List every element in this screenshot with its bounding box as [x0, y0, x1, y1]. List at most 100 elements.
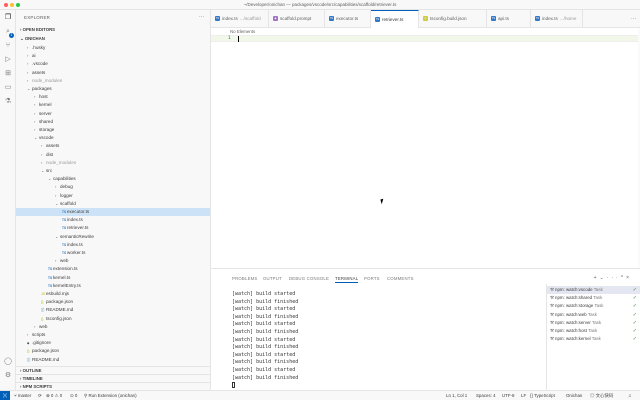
tree-item-label: server — [39, 110, 52, 116]
account-icon[interactable]: ◯ — [4, 358, 12, 366]
close-window-button[interactable] — [4, 3, 8, 7]
editor-tab[interactable]: TS executor.ts — [325, 10, 371, 28]
sync-icon[interactable]: ⟳ — [38, 393, 42, 399]
cursor-position[interactable]: Ln 1, Col 1 — [446, 393, 467, 398]
chevron-right-icon: › — [20, 376, 22, 381]
editor-tab[interactable]: {} tsconfig.build.json — [419, 10, 487, 28]
breadcrumb[interactable]: No Elements — [230, 29, 255, 34]
folder-item[interactable]: › shared — [16, 118, 210, 126]
folder-item[interactable]: › node_modules — [16, 159, 210, 167]
indentation-status[interactable]: Spaces: 4 — [476, 393, 496, 398]
tab-overflow-icon[interactable]: ··· — [631, 16, 636, 22]
folder-item[interactable]: › server — [16, 110, 210, 118]
file-item[interactable]: TSkernelEntry.ts — [16, 282, 210, 290]
folder-item[interactable]: ⌄ scaffold — [16, 200, 210, 208]
panel-tab[interactable]: DEBUG CONSOLE — [289, 276, 329, 281]
terminal-task-item[interactable]: ⚒npm: watch:kernel Task ✓ — [547, 335, 640, 343]
editor-tab[interactable]: TS index.ts .../scaffold — [211, 10, 269, 28]
folder-item[interactable]: › assets — [16, 69, 210, 77]
terminal-task-item[interactable]: ⚒npm: watch:shared Task ✓ — [547, 294, 640, 302]
timeline-section[interactable]: › TIMELINE — [16, 374, 210, 382]
files-icon[interactable]: ❐ — [4, 14, 12, 22]
terminal-task-item[interactable]: ⚒npm: watch:server Task ✓ — [547, 319, 640, 327]
settings-gear-icon[interactable]: ⚙ — [4, 372, 12, 380]
file-item[interactable]: TSretriever.ts — [16, 224, 210, 232]
outline-section[interactable]: › OUTLINE — [16, 366, 210, 374]
folder-item[interactable]: › dist — [16, 151, 210, 159]
terminal-task-item[interactable]: ⚒npm: watch:vscode Task ✓ — [547, 286, 640, 295]
file-item[interactable]: TSworker.ts — [16, 249, 210, 257]
file-item[interactable]: TSindex.ts — [16, 216, 210, 224]
file-item[interactable]: {} tsconfig.json — [16, 315, 210, 323]
panel-tab[interactable]: COMMENTS — [387, 276, 414, 281]
editor-tab[interactable]: TS index.ts .../home — [531, 10, 583, 28]
panel-tab[interactable]: OUTPUT — [263, 276, 282, 281]
folder-item[interactable]: ⌄ semanticRewrite — [16, 233, 210, 241]
folder-item[interactable]: › host — [16, 93, 210, 101]
remote-explorer-icon[interactable]: ▭ — [4, 84, 12, 92]
problems-status[interactable]: ⊗ 0 ⚠ 0 — [46, 393, 62, 399]
workspace-root-section[interactable]: ⌄ ONICHAN — [16, 35, 210, 43]
ports-status[interactable]: ⊙ 0 — [70, 393, 77, 399]
terminal-task-item[interactable]: ⚒npm: watch:storage Task ✓ — [547, 302, 640, 310]
folder-item[interactable]: ⌄ packages — [16, 85, 210, 93]
folder-item[interactable]: ⌄ src — [16, 167, 210, 175]
file-item[interactable]: ⓘ README.md — [16, 306, 210, 314]
source-control-icon[interactable]: ⑂ — [4, 42, 12, 50]
more-actions-icon[interactable]: ··· — [607, 275, 621, 281]
panel-tab[interactable]: PROBLEMS — [232, 276, 257, 281]
close-panel-icon[interactable]: × — [626, 275, 632, 281]
folder-item[interactable]: › web — [16, 257, 210, 265]
run-debug-icon[interactable]: ▷ — [4, 56, 12, 64]
folder-item[interactable]: › web — [16, 323, 210, 331]
folder-item[interactable]: › assets — [16, 142, 210, 150]
folder-item[interactable]: › .husky — [16, 44, 210, 52]
open-editors-section[interactable]: › OPEN EDITORS — [16, 26, 210, 34]
folder-item[interactable]: › node_modules — [16, 77, 210, 85]
encoding-status[interactable]: UTF-8 — [502, 393, 514, 398]
terminal-task-item[interactable]: ⚒npm: watch:host Task ✓ — [547, 327, 640, 335]
editor-tab[interactable]: TS api.ts — [487, 10, 531, 28]
editor-tab[interactable]: TS retriever.ts — [371, 10, 419, 28]
file-item[interactable]: {} package.json — [16, 298, 210, 306]
folder-item[interactable]: › logger — [16, 192, 210, 200]
minimize-window-button[interactable] — [10, 3, 14, 7]
folder-item[interactable]: › debug — [16, 183, 210, 191]
ai-status[interactable]: ◎ 文心快码 — [590, 393, 613, 399]
eol-status[interactable]: LF — [521, 393, 526, 398]
extensions-icon[interactable]: ⊞ — [4, 70, 12, 78]
folder-item[interactable]: ⌄ vscode — [16, 134, 210, 142]
more-actions-icon[interactable]: ··· — [199, 14, 204, 20]
terminal-task-item[interactable]: ⚒npm: watch:web Task ✓ — [547, 311, 640, 319]
testing-icon[interactable]: ⚗ — [4, 98, 12, 106]
panel-actions[interactable]: +⌄···^× — [594, 275, 632, 281]
folder-item[interactable]: › kernel — [16, 101, 210, 109]
file-item[interactable]: {} package.json — [16, 347, 210, 355]
folder-item[interactable]: › .vscode — [16, 60, 210, 68]
folder-item[interactable]: ⌄ capabilities — [16, 175, 210, 183]
npm-scripts-section[interactable]: › NPM SCRIPTS — [16, 382, 210, 390]
panel-tab[interactable]: PORTS — [364, 276, 380, 281]
language-status[interactable]: {} TypeScript — [530, 393, 555, 398]
file-item[interactable]: ⓘ README.md — [16, 356, 210, 364]
folder-item[interactable]: › scripts — [16, 331, 210, 339]
file-item[interactable]: ◆ .gitignore — [16, 339, 210, 347]
maximize-window-button[interactable] — [16, 3, 20, 7]
remote-indicator-icon[interactable]: ⟩⟨ — [0, 391, 10, 400]
run-extension-status[interactable]: ⚲ Run Extension (onichan) — [84, 393, 137, 399]
code-editor[interactable]: No Elements 1 — [211, 28, 640, 268]
chevron-down-icon[interactable]: ⌄ — [600, 275, 607, 281]
editor-tab[interactable]: ◆ scaffold.prompt — [269, 10, 325, 28]
user-status[interactable]: Onichan — [566, 393, 582, 398]
file-item[interactable]: JSesbuild.mjs — [16, 290, 210, 298]
file-item[interactable]: TSextension.ts — [16, 265, 210, 273]
file-item[interactable]: TSindex.ts — [16, 241, 210, 249]
notifications-bell-icon[interactable]: ♫ — [628, 393, 631, 398]
file-item[interactable]: TSexecutor.ts — [16, 208, 210, 217]
tab-description: .../home — [559, 16, 577, 21]
branch-status[interactable]: ⑂ master — [14, 393, 31, 398]
folder-item[interactable]: › storage — [16, 126, 210, 134]
panel-tab[interactable]: TERMINAL — [335, 276, 359, 283]
file-item[interactable]: TSkernel.ts — [16, 274, 210, 282]
folder-item[interactable]: › ai — [16, 52, 210, 60]
